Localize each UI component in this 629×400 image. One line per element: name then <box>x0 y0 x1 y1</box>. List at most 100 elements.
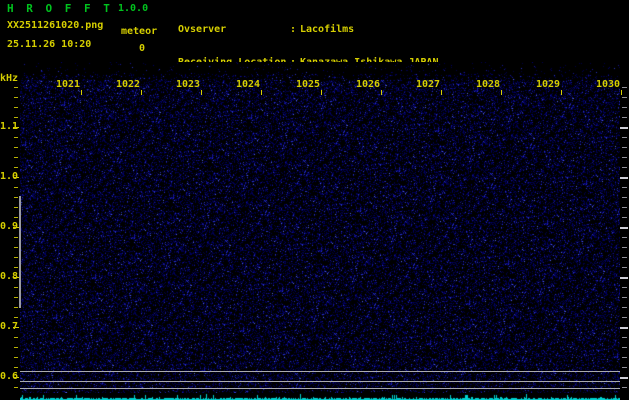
time-label: 1029 <box>535 79 561 90</box>
time-minor-tick <box>201 90 202 95</box>
freq-minor-tick <box>14 337 18 338</box>
time-minor-tick <box>321 90 322 95</box>
freq-minor-tick <box>14 207 18 208</box>
right-major-tick <box>620 127 628 129</box>
spectrogram-noise-canvas <box>20 62 620 393</box>
freq-tick-label: 1.0 <box>0 171 19 182</box>
right-minor-tick <box>622 367 627 368</box>
hrofft-screen: H R O F F T 1.0.0 XX2511261020.png meteo… <box>0 0 629 400</box>
right-minor-tick <box>622 337 627 338</box>
right-minor-tick <box>622 237 627 238</box>
right-minor-tick <box>622 317 627 318</box>
right-major-tick <box>620 177 628 179</box>
mode-label: meteor <box>121 26 158 37</box>
time-minor-tick <box>261 90 262 95</box>
freq-tick-label: 0.7 <box>0 321 19 332</box>
freq-minor-tick <box>14 97 18 98</box>
time-label: 1026 <box>355 79 381 90</box>
freq-label-dash <box>13 177 19 178</box>
right-minor-tick <box>622 147 627 148</box>
freq-minor-tick <box>14 257 18 258</box>
time-label: 1021 <box>55 79 81 90</box>
time-label: 1025 <box>295 79 321 90</box>
freq-minor-tick <box>14 307 18 308</box>
time-label: 1028 <box>475 79 501 90</box>
right-minor-tick <box>622 257 627 258</box>
app-title: H R O F F T <box>7 2 113 15</box>
observer-row: Ovserver: Lacofilms <box>178 24 438 35</box>
right-minor-tick <box>622 157 627 158</box>
freq-minor-tick <box>14 197 18 198</box>
right-major-tick <box>620 327 628 329</box>
time-minor-tick <box>561 90 562 95</box>
right-major-tick <box>620 277 628 279</box>
observer-label: Ovserver <box>178 24 227 35</box>
time-label: 1027 <box>415 79 441 90</box>
right-minor-tick <box>622 357 627 358</box>
right-minor-tick <box>622 87 627 88</box>
right-minor-tick <box>622 197 627 198</box>
time-label: 1023 <box>175 79 201 90</box>
right-minor-tick <box>622 217 627 218</box>
carrier-line <box>20 381 620 382</box>
freq-tick-label: 0.8 <box>0 271 19 282</box>
freq-minor-tick <box>14 347 18 348</box>
right-minor-tick <box>622 167 627 168</box>
time-label: 1030 <box>595 79 621 90</box>
freq-minor-tick <box>14 157 18 158</box>
time-minor-tick <box>441 90 442 95</box>
freq-minor-tick <box>14 247 18 248</box>
freq-minor-tick <box>14 317 18 318</box>
right-minor-tick <box>622 247 627 248</box>
freq-minor-tick <box>14 167 18 168</box>
freq-label-dash <box>13 327 19 328</box>
right-minor-tick <box>622 117 627 118</box>
app-version: 1.0.0 <box>118 3 149 14</box>
freq-minor-tick <box>14 367 18 368</box>
carrier-line <box>20 371 620 372</box>
right-minor-tick <box>622 297 627 298</box>
freq-tick-label: 0.6 <box>0 371 19 382</box>
meteor-count: 0 <box>139 43 146 54</box>
freq-label-dash <box>13 127 19 128</box>
freq-tick-label: 0.9 <box>0 221 19 232</box>
right-major-tick <box>620 377 628 379</box>
freq-minor-tick <box>14 117 18 118</box>
freq-minor-tick <box>14 87 18 88</box>
frequency-unit-label: kHz <box>0 73 19 84</box>
freq-minor-tick <box>14 287 18 288</box>
right-minor-tick <box>622 137 627 138</box>
right-minor-tick <box>622 187 627 188</box>
time-minor-tick <box>501 90 502 95</box>
freq-minor-tick <box>14 107 18 108</box>
time-minor-tick <box>381 90 382 95</box>
time-minor-tick <box>81 90 82 95</box>
freq-minor-tick <box>14 187 18 188</box>
colon: : <box>290 24 297 35</box>
freq-minor-tick <box>14 297 18 298</box>
freq-minor-tick <box>14 267 18 268</box>
freq-label-dash <box>13 377 19 378</box>
right-minor-tick <box>622 207 627 208</box>
right-minor-tick <box>622 307 627 308</box>
right-minor-tick <box>622 347 627 348</box>
freq-minor-tick <box>14 357 18 358</box>
calibration-vertical-line <box>19 196 21 308</box>
right-minor-tick <box>622 387 627 388</box>
right-major-tick <box>620 227 628 229</box>
freq-minor-tick <box>14 237 18 238</box>
time-label: 1024 <box>235 79 261 90</box>
freq-minor-tick <box>14 137 18 138</box>
noise-level-meter <box>20 393 620 400</box>
right-minor-tick <box>622 107 627 108</box>
freq-minor-tick <box>14 217 18 218</box>
time-minor-tick <box>621 90 622 95</box>
datetime-label: 25.11.26 10:20 <box>7 39 92 50</box>
observer-value: Lacofilms <box>300 24 355 35</box>
right-minor-tick <box>622 287 627 288</box>
time-minor-tick <box>141 90 142 95</box>
output-filename: XX2511261020.png <box>7 20 104 31</box>
freq-minor-tick <box>14 147 18 148</box>
carrier-line <box>20 388 620 389</box>
right-minor-tick <box>622 97 627 98</box>
